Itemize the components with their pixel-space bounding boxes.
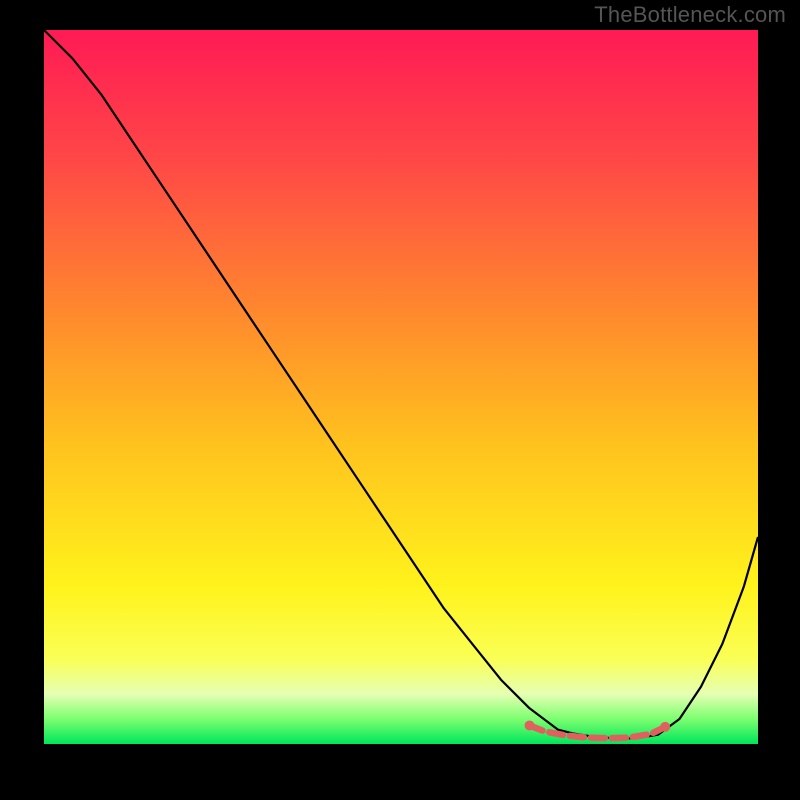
optimal-range-endpoint [660,722,670,732]
optimal-range-endpoint [525,720,535,730]
bottleneck-chart [44,30,758,744]
chart-background [44,30,758,744]
chart-plot-area [44,30,758,744]
watermark-text: TheBottleneck.com [594,2,786,28]
